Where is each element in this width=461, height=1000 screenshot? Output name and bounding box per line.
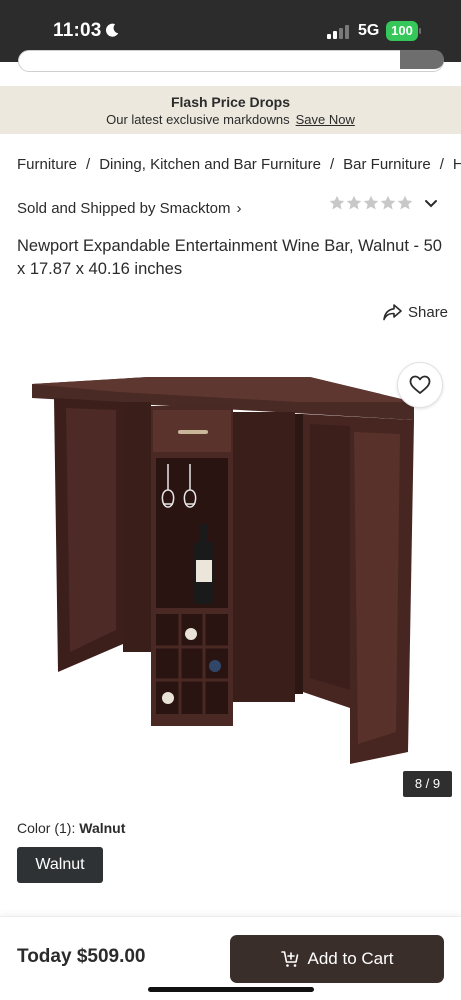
- breadcrumb-separator: /: [439, 156, 444, 173]
- favorite-button[interactable]: [397, 362, 443, 408]
- search-input[interactable]: [18, 50, 444, 72]
- color-label-text: Color (1):: [17, 820, 76, 836]
- share-button[interactable]: Share: [383, 302, 448, 322]
- share-icon: [383, 303, 402, 320]
- star-icon: [397, 195, 413, 210]
- star-icon: [329, 195, 345, 210]
- rating-stars[interactable]: [329, 195, 413, 213]
- chevron-right-icon: ›: [236, 200, 242, 217]
- color-selected-value: Walnut: [79, 820, 126, 836]
- product-title: Newport Expandable Entertainment Wine Ba…: [17, 237, 442, 278]
- battery-level: 100: [386, 21, 418, 41]
- battery-icon: 100: [386, 21, 421, 41]
- seller-link[interactable]: Sold and Shipped by Smacktom ›: [17, 200, 241, 217]
- moon-icon: [105, 23, 119, 37]
- breadcrumb-item[interactable]: Bar Furniture: [343, 156, 431, 173]
- search-button[interactable]: [400, 50, 444, 69]
- cart-plus-icon: [280, 951, 298, 967]
- add-to-cart-label: Add to Cart: [307, 949, 394, 968]
- bottom-bar: Today $509.00 Add to Cart: [0, 916, 461, 1000]
- star-icon: [363, 195, 379, 210]
- add-to-cart-button[interactable]: Add to Cart: [230, 935, 444, 983]
- product-gallery[interactable]: [0, 340, 461, 810]
- chevron-down-icon[interactable]: [424, 199, 438, 209]
- breadcrumb-item[interactable]: Dining, Kitchen and Bar Furniture: [99, 156, 321, 173]
- breadcrumb: Furniture / Dining, Kitchen and Bar Furnit…: [17, 156, 461, 178]
- breadcrumb-separator: /: [330, 156, 335, 173]
- promo-banner[interactable]: Flash Price Drops Our latest exclusive m…: [0, 86, 461, 134]
- image-counter: 8 / 9: [403, 771, 452, 797]
- signal-icon: [327, 25, 349, 39]
- share-label: Share: [408, 303, 449, 321]
- breadcrumb-separator: /: [86, 156, 91, 173]
- promo-subtitle-text: Our latest exclusive markdowns: [106, 112, 290, 127]
- heart-icon: [409, 375, 431, 394]
- color-label: Color (1): Walnut: [17, 820, 125, 836]
- battery-tip: [419, 28, 421, 34]
- product-image: [32, 377, 414, 764]
- star-icon: [346, 195, 362, 210]
- price: Today $509.00: [17, 946, 146, 967]
- search-strip: [0, 50, 461, 86]
- promo-title: Flash Price Drops: [170, 94, 291, 110]
- home-indicator: [148, 987, 314, 992]
- promo-subtitle: Our latest exclusive markdowns Save Now: [0, 112, 461, 127]
- network-label: 5G: [358, 22, 380, 39]
- star-icon: [380, 195, 396, 210]
- color-option-walnut[interactable]: Walnut: [17, 847, 103, 883]
- seller-text: Sold and Shipped by Smacktom: [17, 200, 231, 217]
- promo-link[interactable]: Save Now: [296, 112, 355, 127]
- breadcrumb-item[interactable]: Furniture: [17, 156, 77, 173]
- status-time: 11:03: [53, 20, 102, 41]
- breadcrumb-item[interactable]: H: [453, 156, 461, 173]
